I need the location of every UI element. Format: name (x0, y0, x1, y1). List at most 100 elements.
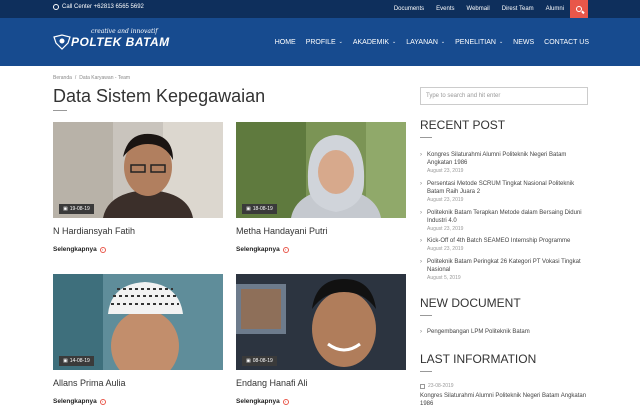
read-more-link[interactable]: Selengkapnya › (236, 398, 406, 405)
recent-post-title: Persentasi Metode SCRUM Tingkat Nasional… (420, 180, 588, 196)
document-title: Pengembangan LPM Politeknik Batam (420, 328, 588, 336)
post-date-badge: ▣ 14-08-19 (59, 356, 94, 366)
staff-photo[interactable]: ▣ 08-08-19 (236, 274, 406, 370)
calendar-icon: ▣ (63, 206, 68, 212)
staff-card: ▣ 08-08-19 Endang Hanafi Ali Selengkapnya… (236, 274, 406, 405)
last-info-title: Kongres Silaturahmi Alumni Politeknik Ne… (420, 392, 588, 408)
arrow-right-icon: › (99, 398, 106, 405)
calendar-icon (420, 383, 425, 389)
nav-home-label: HOME (274, 38, 296, 46)
logo-tagline: creative and innovatif (91, 28, 158, 35)
site-logo[interactable]: creative and innovatif POLTEK BATAM (53, 28, 173, 56)
read-more-label: Selengkapnya (53, 246, 97, 253)
recent-post-date: August 23, 2019 (427, 168, 464, 174)
top-link-alumni[interactable]: Alumni (546, 6, 564, 12)
document-item[interactable]: Pengembangan LPM Politeknik Batam (420, 328, 588, 336)
nav-contact[interactable]: CONTACT US (544, 39, 589, 46)
nav-profile[interactable]: PROFILE ⌄ (306, 39, 343, 46)
post-date-badge: ▣ 08-08-19 (242, 356, 277, 366)
read-more-link[interactable]: Selengkapnya › (53, 246, 223, 253)
recent-post-title: Politeknik Batam Peringkat 26 Kategori P… (420, 258, 588, 274)
recent-post-heading: RECENT POST (420, 118, 506, 132)
page-title: Data Sistem Kepegawaian (53, 86, 266, 106)
nav-contact-label: CONTACT US (544, 38, 589, 46)
arrow-right-icon: › (282, 246, 289, 253)
last-information-divider (420, 371, 432, 372)
staff-name[interactable]: Allans Prima Aulia (53, 378, 223, 388)
top-link-webmail[interactable]: Webmail (467, 6, 490, 12)
new-document-divider (420, 315, 432, 316)
arrow-right-icon: › (99, 246, 106, 253)
read-more-link[interactable]: Selengkapnya › (236, 246, 406, 253)
last-information-heading: LAST INFORMATION (420, 352, 537, 366)
staff-card: ▣ 14-08-19 Allans Prima Aulia Selengkapny… (53, 274, 223, 405)
call-center: Call Center +62813 6565 5692 (53, 4, 144, 10)
main-nav: HOME PROFILE ⌄ AKADEMIK ⌄ LAYANAN ⌄ PENELIT… (275, 18, 589, 66)
staff-card: ▣ 19-08-19 N Hardiansyah Fatih Selengkapn… (53, 122, 223, 253)
recent-post-title: Politeknik Batam Terapkan Metode dalam B… (420, 209, 588, 225)
nav-profile-label: PROFILE (305, 38, 336, 46)
staff-name[interactable]: Metha Handayani Putri (236, 226, 406, 236)
calendar-icon: ▣ (63, 358, 68, 364)
nav-penelitian[interactable]: PENELITIAN ⌄ (455, 39, 503, 46)
recent-post-date: August 23, 2019 (427, 197, 464, 203)
recent-post-divider (420, 137, 432, 138)
last-info-date-row: 23-08-2019 (420, 383, 588, 389)
recent-post-date: August 23, 2019 (427, 246, 464, 252)
top-link-events[interactable]: Events (436, 6, 454, 12)
post-date: 18-08-19 (252, 206, 273, 212)
post-date: 14-08-19 (69, 358, 90, 364)
read-more-label: Selengkapnya (236, 246, 280, 253)
nav-news-label: NEWS (513, 38, 535, 46)
top-search-button[interactable] (570, 0, 588, 18)
search-icon (576, 6, 582, 12)
calendar-icon: ▣ (246, 358, 251, 364)
nav-akademik-label: AKADEMIK (352, 38, 390, 46)
recent-post-item[interactable]: Kongres Silaturahmi Alumni Politeknik Ne… (420, 151, 588, 174)
staff-name[interactable]: N Hardiansyah Fatih (53, 226, 223, 236)
top-link-documents[interactable]: Documents (394, 6, 424, 12)
post-date: 19-08-19 (69, 206, 90, 212)
recent-post-item[interactable]: Politeknik Batam Terapkan Metode dalam B… (420, 209, 588, 232)
post-date-badge: ▣ 18-08-19 (242, 204, 277, 214)
staff-card: ▣ 18-08-19 Metha Handayani Putri Selengka… (236, 122, 406, 253)
breadcrumb-separator: / (74, 75, 77, 81)
sidebar-search-input[interactable]: Type to search and hit enter (420, 87, 588, 105)
staff-photo[interactable]: ▣ 19-08-19 (53, 122, 223, 218)
chevron-down-icon: ⌄ (498, 39, 504, 45)
nav-home[interactable]: HOME (275, 39, 296, 46)
phone-icon (53, 4, 59, 10)
nav-news[interactable]: NEWS (513, 39, 534, 46)
breadcrumb-current: Data Karyawan - Team (79, 75, 131, 81)
post-date: 08-08-19 (252, 358, 273, 364)
nav-penelitian-label: PENELITIAN (455, 38, 496, 46)
recent-post-date: August 23, 2019 (427, 226, 464, 232)
staff-photo[interactable]: ▣ 18-08-19 (236, 122, 406, 218)
recent-post-item[interactable]: Politeknik Batam Peringkat 26 Kategori P… (420, 258, 588, 281)
arrow-right-icon: › (282, 398, 289, 405)
staff-photo[interactable]: ▣ 14-08-19 (53, 274, 223, 370)
top-links: Documents Events Webmail Direst Team Alu… (394, 0, 564, 18)
last-info-item[interactable]: 23-08-2019 Kongres Silaturahmi Alumni Po… (420, 382, 588, 408)
main-header: creative and innovatif POLTEK BATAM HOME… (0, 18, 640, 66)
call-center-text: Call Center +62813 6565 5692 (62, 4, 144, 10)
recent-post-item[interactable]: Persentasi Metode SCRUM Tingkat Nasional… (420, 180, 588, 203)
logo-name: POLTEK BATAM (71, 35, 170, 49)
read-more-label: Selengkapnya (53, 398, 97, 405)
nav-layanan[interactable]: LAYANAN ⌄ (406, 39, 445, 46)
calendar-icon: ▣ (246, 206, 251, 212)
new-document-heading: NEW DOCUMENT (420, 296, 521, 310)
logo-emblem-icon (53, 34, 71, 50)
breadcrumb-home[interactable]: Beranda (53, 75, 72, 81)
last-info-date: 23-08-2019 (428, 383, 454, 389)
top-link-team[interactable]: Direst Team (502, 6, 534, 12)
post-date-badge: ▣ 19-08-19 (59, 204, 94, 214)
chevron-down-icon: ⌄ (338, 39, 343, 45)
recent-post-item[interactable]: Kick-Off of 4th Batch SEAMEO Internship … (420, 237, 588, 252)
chevron-down-icon: ⌄ (440, 39, 446, 45)
nav-akademik[interactable]: AKADEMIK ⌄ (353, 39, 396, 46)
title-divider (53, 110, 67, 111)
staff-name[interactable]: Endang Hanafi Ali (236, 378, 406, 388)
recent-post-title: Kongres Silaturahmi Alumni Politeknik Ne… (420, 151, 588, 167)
read-more-link[interactable]: Selengkapnya › (53, 398, 223, 405)
